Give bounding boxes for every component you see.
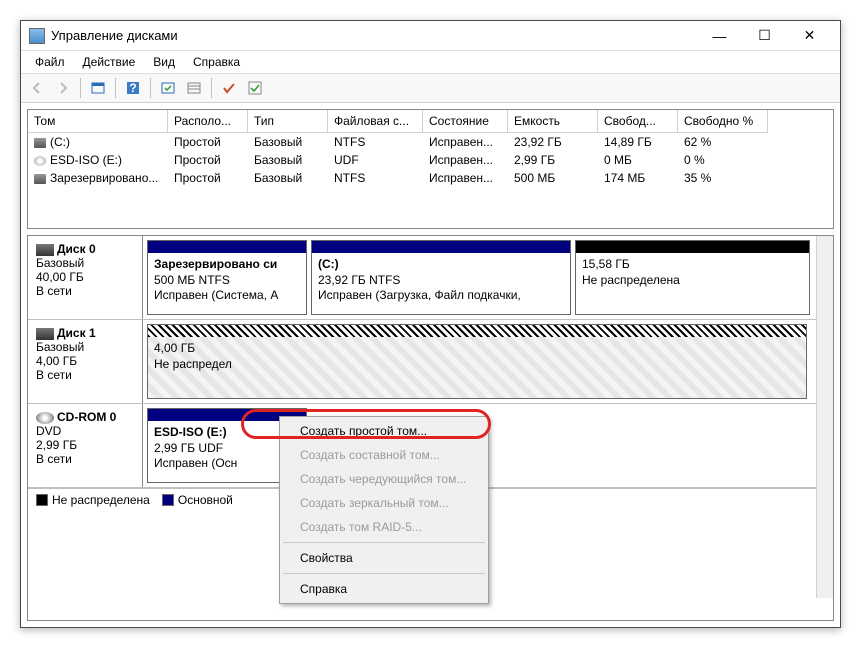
volume-row[interactable]: (C:) Простой Базовый NTFS Исправен... 23… [28, 133, 833, 151]
col-type[interactable]: Тип [248, 110, 328, 133]
forward-button [51, 76, 75, 100]
refresh-button[interactable] [156, 76, 180, 100]
disc-icon [36, 412, 54, 424]
context-menu-item: Создать том RAID-5... [282, 515, 486, 539]
window-title: Управление дисками [51, 28, 697, 43]
list-button[interactable] [182, 76, 206, 100]
legend-swatch-unallocated [36, 494, 48, 506]
drive-icon [36, 328, 54, 340]
minimize-button[interactable]: — [697, 22, 742, 50]
disk-info[interactable]: CD-ROM 0DVD2,99 ГБВ сети [28, 404, 143, 487]
volume-row[interactable]: ESD-ISO (E:) Простой Базовый UDF Исправе… [28, 151, 833, 169]
volume-list-header: Том Располо... Тип Файловая с... Состоян… [28, 110, 833, 133]
col-status[interactable]: Состояние [423, 110, 508, 133]
menu-action[interactable]: Действие [75, 53, 144, 71]
col-layout[interactable]: Располо... [168, 110, 248, 133]
volume-list[interactable]: Том Располо... Тип Файловая с... Состоян… [27, 109, 834, 229]
close-button[interactable]: ✕ [787, 22, 832, 50]
drive-icon [36, 244, 54, 256]
disk-row: Диск 1Базовый4,00 ГБВ сети4,00 ГБНе расп… [28, 320, 833, 404]
menu-help[interactable]: Справка [185, 53, 248, 71]
partition[interactable]: Зарезервировано си500 МБ NTFSИсправен (С… [147, 240, 307, 315]
settings-button[interactable] [217, 76, 241, 100]
disc-icon [34, 156, 46, 166]
context-properties[interactable]: Свойства [282, 546, 486, 570]
disk-management-window: Управление дисками — ☐ ✕ Файл Действие В… [20, 20, 841, 628]
vertical-scrollbar[interactable] [816, 236, 833, 598]
app-icon [29, 28, 45, 44]
svg-text:?: ? [129, 81, 136, 95]
menu-file[interactable]: Файл [27, 53, 73, 71]
partition[interactable]: (C:)23,92 ГБ NTFSИсправен (Загрузка, Фай… [311, 240, 571, 315]
drive-icon [34, 174, 46, 184]
show-hide-button[interactable] [86, 76, 110, 100]
drive-icon [34, 138, 46, 148]
context-help[interactable]: Справка [282, 577, 486, 601]
col-filesystem[interactable]: Файловая с... [328, 110, 423, 133]
disk-info[interactable]: Диск 0Базовый40,00 ГБВ сети [28, 236, 143, 319]
disk-info[interactable]: Диск 1Базовый4,00 ГБВ сети [28, 320, 143, 403]
context-menu-item: Создать зеркальный том... [282, 491, 486, 515]
context-menu: Создать простой том...Создать составной … [279, 416, 489, 604]
col-capacity[interactable]: Емкость [508, 110, 598, 133]
col-volume[interactable]: Том [28, 110, 168, 133]
titlebar[interactable]: Управление дисками — ☐ ✕ [21, 21, 840, 51]
col-free[interactable]: Свобод... [598, 110, 678, 133]
help-button[interactable]: ? [121, 76, 145, 100]
context-menu-item: Создать составной том... [282, 443, 486, 467]
disk-row: Диск 0Базовый40,00 ГБВ сетиЗарезервирова… [28, 236, 833, 320]
legend-primary-label: Основной [178, 493, 233, 507]
col-percent[interactable]: Свободно % [678, 110, 768, 133]
back-button [25, 76, 49, 100]
volume-row[interactable]: Зарезервировано... Простой Базовый NTFS … [28, 169, 833, 187]
check-button[interactable] [243, 76, 267, 100]
legend-unallocated-label: Не распределена [52, 493, 150, 507]
maximize-button[interactable]: ☐ [742, 22, 787, 50]
menu-view[interactable]: Вид [145, 53, 183, 71]
context-menu-item: Создать чередующийся том... [282, 467, 486, 491]
partition[interactable]: 4,00 ГБНе распредел [147, 324, 807, 399]
toolbar: ? [21, 73, 840, 103]
partition[interactable]: 15,58 ГБНе распределена [575, 240, 810, 315]
legend-swatch-primary [162, 494, 174, 506]
menubar: Файл Действие Вид Справка [21, 51, 840, 73]
context-menu-item[interactable]: Создать простой том... [282, 419, 486, 443]
